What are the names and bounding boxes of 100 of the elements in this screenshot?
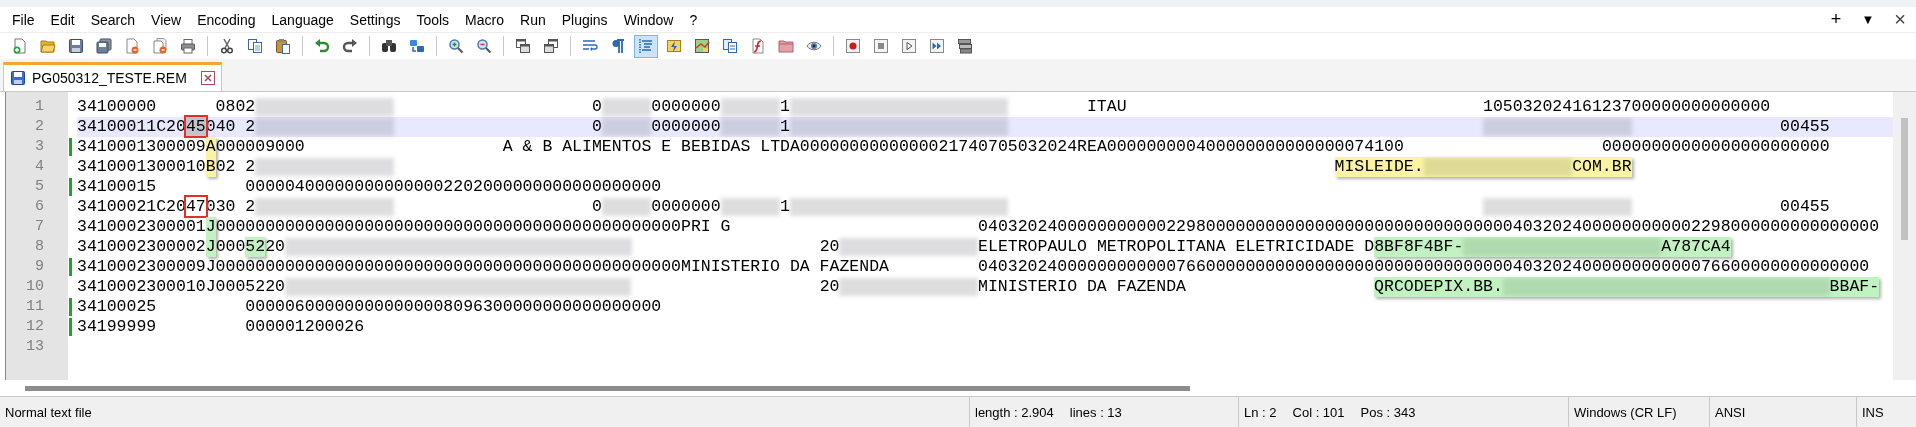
file-tab[interactable]: PG050312_TESTE.REM	[3, 62, 222, 91]
status-text: Col : 101	[1292, 404, 1345, 420]
vertical-scrollbar[interactable]	[1893, 92, 1916, 380]
boxed-text: 45	[185, 117, 206, 136]
code-text: ELETROPAULO METROPOLITANA ELETRICIDADE D	[978, 237, 1375, 256]
code-text: 3410001300010	[77, 157, 206, 176]
new-file-icon	[12, 38, 28, 54]
code-text: 00000000000000000000000	[1601, 137, 1830, 156]
folder-icon	[40, 38, 56, 54]
blurred-text	[601, 118, 652, 136]
line-number: 11	[26, 298, 44, 315]
menu-item[interactable]: Edit	[42, 9, 83, 30]
blurred-text	[720, 118, 781, 136]
menu-item[interactable]: View	[143, 9, 190, 30]
code-text: 20	[819, 277, 840, 296]
printer-icon	[180, 38, 196, 54]
code-text: 0000000	[651, 197, 721, 216]
undo-icon	[314, 38, 330, 54]
scrollbar-thumb[interactable]	[25, 385, 1190, 391]
code-text: B	[205, 157, 216, 176]
code-text: 20	[819, 237, 840, 256]
line-number: 7	[35, 218, 44, 235]
code-text: 0	[591, 97, 602, 116]
code-text: 34199999 000001200026	[77, 317, 365, 336]
code-text: 0000000	[651, 117, 721, 136]
code-text: 00455	[1780, 117, 1830, 136]
line-number: 2	[35, 118, 44, 135]
menu-item[interactable]: ?	[681, 9, 706, 30]
fast-forward-icon	[929, 38, 945, 54]
add-button[interactable]: +	[1820, 9, 1852, 30]
code-text: 8BF8F4BF-	[1374, 237, 1464, 256]
code-text: 34100015 000004000000000000002202000000000000000000	[77, 177, 662, 196]
blurred-text	[601, 198, 652, 216]
windows-icon	[515, 38, 531, 54]
code-text: A & B ALIMENTOS E BEBIDAS LTDA0000000000000021740705032024REA000000000400000000000000074100	[502, 137, 1404, 156]
code-text: 00455	[1780, 197, 1830, 216]
code-text: J	[205, 217, 216, 236]
status-text: Windows (CR LF)	[1574, 404, 1677, 420]
code-text: 34100000 0802	[77, 97, 256, 116]
close-button[interactable]: ×	[1884, 8, 1916, 31]
record-icon	[845, 38, 861, 54]
indent-guide-icon	[638, 38, 654, 54]
map-icon	[694, 38, 710, 54]
scrollbar-thumb[interactable]	[1901, 118, 1908, 240]
code-text: 0403202400000000000229800000000000000000000000000000004032024000000000002298000000000000000	[978, 217, 1880, 236]
code-text: 34100025 000006000000000000008096300000000000000000	[77, 297, 662, 316]
menu-item[interactable]: Search	[82, 9, 144, 30]
status-text: Pos : 343	[1360, 404, 1416, 420]
menu-item[interactable]: Encoding	[189, 9, 264, 30]
code-text: 00000000000000000000000000000000000000000000000PRI G	[215, 217, 731, 236]
line-number: 13	[26, 338, 44, 355]
code-text: 000	[215, 237, 246, 256]
code-text: 3410002300009J00000000000000000000000000000000000000000000000MINISTERIO DA FAZENDA	[77, 257, 889, 276]
code-text: ITAU	[1086, 97, 1127, 116]
line-number: 8	[35, 238, 44, 255]
folder-icon	[778, 38, 794, 54]
line-number: 6	[35, 198, 44, 215]
menu-item[interactable]: Tools	[408, 9, 458, 30]
blurred-text	[601, 98, 652, 116]
boxed-text: 47	[185, 197, 206, 216]
menu-item[interactable]: Run	[512, 9, 554, 30]
stack-icon	[957, 38, 973, 54]
code-text: COM.BR	[1572, 157, 1632, 176]
binoculars-icon	[381, 38, 397, 54]
code-text: 20	[265, 237, 285, 256]
zoom-out-icon	[476, 38, 492, 54]
close-files-icon	[152, 38, 168, 54]
code-text: 040320240000000000007660000000000000000000000000000000403202400000000000076600000000000000	[978, 257, 1870, 276]
close-icon[interactable]	[200, 71, 215, 85]
code-text: 3410002300010J0005220	[77, 277, 285, 296]
menu-item[interactable]: File	[4, 9, 43, 30]
line-number: 3	[35, 138, 44, 155]
code-text: 0	[591, 197, 602, 216]
code-text: 1	[780, 117, 790, 136]
code-text: 52	[245, 237, 266, 256]
line-number: 5	[35, 178, 44, 195]
line-number: 1	[35, 98, 44, 115]
lightning-icon	[666, 38, 682, 54]
close-file-icon	[124, 38, 140, 54]
code-text: MISLEIDE.	[1334, 157, 1424, 176]
play-icon	[901, 38, 917, 54]
blurred-text	[720, 198, 781, 216]
stop-icon	[873, 38, 889, 54]
code-text: A787CA4	[1661, 237, 1731, 256]
menu-item[interactable]: Plugins	[553, 9, 616, 30]
code-text: J	[205, 237, 216, 256]
status-text: INS	[1862, 404, 1884, 420]
menu-item[interactable]: Language	[263, 9, 342, 30]
menu-item[interactable]: Window	[615, 9, 682, 30]
status-text: ANSI	[1715, 404, 1746, 420]
dropdown-button[interactable]: ▼	[1852, 12, 1884, 27]
line-number: 10	[26, 278, 44, 295]
code-text: 3410001300009	[77, 137, 206, 156]
replace-icon	[409, 38, 425, 54]
code-text: 3410002300002	[77, 237, 206, 256]
copy-icon	[247, 38, 263, 54]
code-text: 0000000	[651, 97, 721, 116]
menu-item[interactable]: Settings	[341, 9, 409, 30]
code-text: 02 2	[215, 157, 256, 176]
menu-item[interactable]: Macro	[457, 9, 512, 30]
